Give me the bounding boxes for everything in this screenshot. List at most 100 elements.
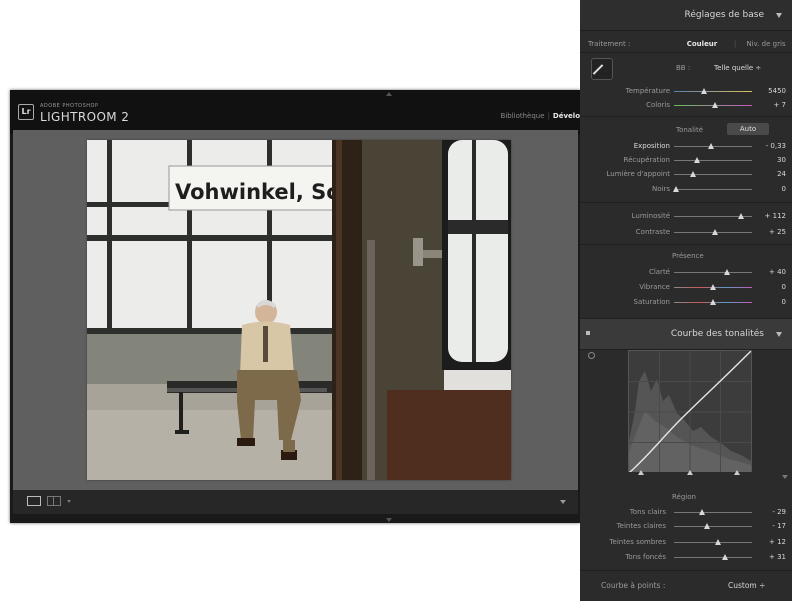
region-section-label: Région (672, 493, 696, 501)
module-develop[interactable]: Dévelo (553, 112, 580, 120)
collapse-triangle-icon[interactable] (776, 13, 782, 18)
bottom-panel-toggle-icon[interactable] (386, 518, 392, 522)
lightroom-window: Lr ADOBE PHOTOSHOP LIGHTROOM 2 Bibliothè… (10, 90, 580, 523)
curve-options-arrow-icon[interactable] (782, 475, 788, 479)
slider-value[interactable]: - 0,33 (752, 142, 786, 150)
slider-value[interactable]: + 12 (752, 538, 786, 546)
slider-thumb[interactable] (673, 186, 680, 192)
slider-value[interactable]: + 7 (752, 101, 786, 109)
adjustment-slider[interactable] (674, 171, 752, 178)
module-picker: Bibliothèque | Dévelo (501, 112, 580, 120)
slider-thumb[interactable] (710, 284, 716, 290)
slider-label: Récupération (623, 156, 670, 164)
toolbar-menu-arrow-icon[interactable] (560, 500, 566, 504)
adjustment-slider[interactable] (674, 269, 752, 276)
adjustment-slider[interactable] (674, 523, 752, 530)
slider-thumb[interactable] (694, 157, 701, 163)
brand-title: LIGHTROOM 2 (40, 110, 130, 124)
collapse-triangle-icon[interactable] (776, 332, 782, 337)
wb-divider (580, 116, 792, 117)
slider-label: Exposition (633, 142, 670, 150)
slider-label: Contraste (635, 228, 670, 236)
adjustment-slider[interactable] (674, 509, 752, 516)
station-sign-text: Vohwinkel, Sch (175, 180, 354, 204)
split-point-shadows-handle[interactable] (638, 470, 644, 475)
before-after-view-icon[interactable] (47, 496, 61, 506)
treatment-label: Traitement : (588, 40, 631, 48)
tone-divider (580, 202, 792, 203)
slider-track (674, 91, 752, 92)
slider-track (674, 542, 752, 543)
adjustment-slider[interactable] (674, 539, 752, 546)
slider-label: Tons clairs (629, 508, 666, 516)
slider-track (674, 526, 752, 527)
adjustment-slider[interactable] (674, 88, 752, 95)
panel-solo-icon[interactable] (586, 331, 590, 335)
slider-thumb[interactable] (689, 171, 696, 177)
slider-value[interactable]: - 29 (752, 508, 786, 516)
slider-thumb[interactable] (711, 102, 718, 108)
slider-thumb[interactable] (738, 213, 745, 219)
module-separator: | (547, 112, 550, 120)
view-options-arrow-icon[interactable] (67, 500, 71, 503)
split-point-midtones-handle[interactable] (687, 470, 693, 475)
slider-value[interactable]: 0 (752, 185, 786, 193)
adjustment-slider[interactable] (674, 554, 752, 561)
tab-grayscale[interactable]: Niv. de gris (740, 38, 792, 50)
adjustment-slider[interactable] (674, 143, 752, 150)
slider-thumb[interactable] (722, 554, 729, 560)
slider-value[interactable]: + 112 (752, 212, 786, 220)
split-point-highlights-handle[interactable] (734, 470, 740, 475)
photo-preview: Vohwinkel, Sch (87, 140, 511, 480)
loupe-view-icon[interactable] (27, 496, 41, 506)
tab-separator: | (734, 40, 737, 48)
slider-thumb[interactable] (707, 143, 714, 149)
tone-curve-panel-header[interactable]: Courbe des tonalités (580, 318, 792, 350)
slider-track (674, 512, 752, 513)
slider-value[interactable]: 30 (752, 156, 786, 164)
adjustment-slider[interactable] (674, 229, 752, 236)
slider-thumb[interactable] (714, 539, 721, 545)
point-curve-select[interactable]: Custom ÷ (728, 581, 765, 590)
slider-thumb[interactable] (710, 299, 716, 305)
point-curve-divider (580, 570, 792, 571)
wb-preset-select[interactable]: Telle quelle ÷ (714, 64, 761, 72)
tab-color[interactable]: Couleur (680, 38, 724, 50)
top-panel-toggle-icon[interactable] (386, 92, 392, 96)
slider-track (674, 557, 752, 558)
adjustment-slider[interactable] (674, 299, 752, 306)
slider-label: Tons foncés (625, 553, 666, 561)
tone-curve-graph[interactable] (628, 350, 752, 474)
adjustment-slider[interactable] (674, 284, 752, 291)
adjustment-slider[interactable] (674, 213, 752, 220)
adjustment-slider[interactable] (674, 157, 752, 164)
adjustment-slider[interactable] (673, 186, 752, 193)
module-library[interactable]: Bibliothèque (501, 112, 545, 120)
slider-thumb[interactable] (724, 269, 731, 275)
auto-tone-button[interactable]: Auto (727, 123, 769, 135)
slider-thumb[interactable] (700, 88, 707, 94)
white-balance-eyedropper-icon[interactable] (591, 58, 613, 80)
slider-thumb[interactable] (699, 509, 706, 515)
slider-label: Saturation (633, 298, 671, 306)
brand-small: ADOBE PHOTOSHOP (40, 103, 99, 109)
slider-thumb[interactable] (711, 229, 718, 235)
slider-value[interactable]: 24 (752, 170, 786, 178)
adjustment-slider[interactable] (674, 102, 752, 109)
targeted-adjustment-icon[interactable] (588, 352, 595, 359)
slider-value[interactable]: 5450 (752, 87, 786, 95)
basic-panel-header[interactable]: Réglages de base (580, 0, 792, 31)
slider-value[interactable]: + 31 (752, 553, 786, 561)
slider-label: Noirs (652, 185, 670, 193)
slider-value[interactable]: + 25 (752, 228, 786, 236)
slider-value[interactable]: 0 (752, 298, 786, 306)
slider-value[interactable]: + 40 (752, 268, 786, 276)
slider-value[interactable]: - 17 (752, 522, 786, 530)
lightroom-header: Lr ADOBE PHOTOSHOP LIGHTROOM 2 Bibliothè… (10, 90, 580, 134)
point-curve-label: Courbe à points : (601, 581, 666, 590)
image-canvas: Vohwinkel, Sch (13, 130, 578, 490)
slider-label: Lumière d'appoint (606, 170, 671, 178)
slider-value[interactable]: 0 (752, 283, 786, 291)
slider-label: Teintes claires (616, 522, 666, 530)
slider-thumb[interactable] (703, 523, 710, 529)
